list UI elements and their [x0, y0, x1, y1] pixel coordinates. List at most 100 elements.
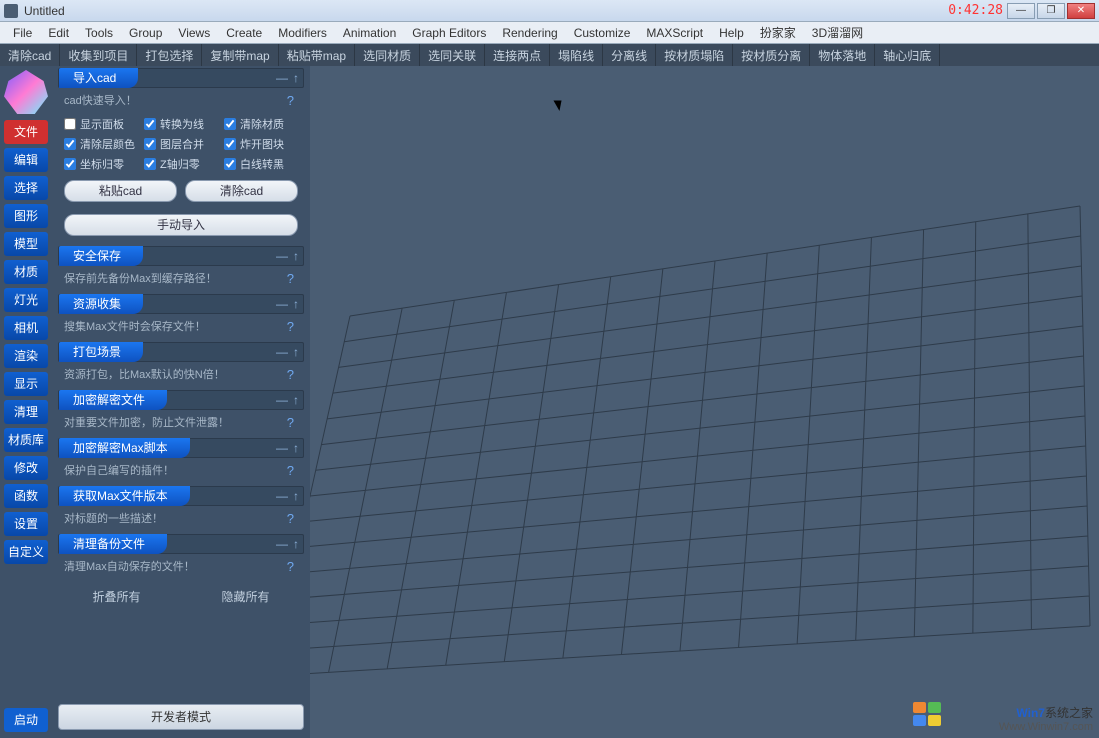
menu-item[interactable]: 扮家家: [753, 22, 803, 43]
menu-item[interactable]: Tools: [78, 24, 120, 42]
side-tab[interactable]: 材质: [4, 260, 48, 284]
section-header[interactable]: 清理备份文件—↑: [58, 534, 304, 554]
menu-item[interactable]: Graph Editors: [405, 24, 493, 42]
side-tab[interactable]: 灯光: [4, 288, 48, 312]
minimize-button[interactable]: —: [1007, 3, 1035, 19]
pin-icon[interactable]: ↑: [289, 441, 303, 455]
collapse-icon[interactable]: —: [275, 345, 289, 359]
maximize-button[interactable]: ❐: [1037, 3, 1065, 19]
toolbar-button[interactable]: 选同材质: [355, 44, 420, 66]
checkbox-option[interactable]: Z轴归零: [144, 156, 218, 172]
side-tab[interactable]: 材质库: [4, 428, 48, 452]
toolbar-button[interactable]: 复制带map: [202, 44, 278, 66]
section-header-import-cad[interactable]: 导入cad — ↑: [58, 68, 304, 88]
menu-item[interactable]: MAXScript: [639, 24, 710, 42]
checkbox-option[interactable]: 图层合并: [144, 136, 218, 152]
menu-item[interactable]: Edit: [41, 24, 76, 42]
side-tab[interactable]: 自定义: [4, 540, 48, 564]
menu-item[interactable]: Rendering: [495, 24, 564, 42]
side-tab[interactable]: 渲染: [4, 344, 48, 368]
side-tab[interactable]: 选择: [4, 176, 48, 200]
menu-item[interactable]: File: [6, 24, 39, 42]
collapse-icon[interactable]: —: [275, 441, 289, 455]
checkbox-option[interactable]: 坐标归零: [64, 156, 138, 172]
section-header[interactable]: 加密解密文件—↑: [58, 390, 304, 410]
pin-icon[interactable]: ↑: [289, 71, 303, 85]
collapse-icon[interactable]: —: [275, 393, 289, 407]
side-tab[interactable]: 模型: [4, 232, 48, 256]
checkbox[interactable]: [224, 158, 236, 170]
toolbar-button[interactable]: 收集到项目: [60, 44, 137, 66]
toolbar-button[interactable]: 打包选择: [137, 44, 202, 66]
toolbar-button[interactable]: 连接两点: [485, 44, 550, 66]
pin-icon[interactable]: ↑: [289, 345, 303, 359]
toolbar-button[interactable]: 塌陷线: [550, 44, 603, 66]
checkbox[interactable]: [144, 118, 156, 130]
checkbox[interactable]: [64, 138, 76, 150]
toolbar-button[interactable]: 分离线: [603, 44, 656, 66]
toolbar-button[interactable]: 清除cad: [0, 44, 60, 66]
checkbox[interactable]: [224, 118, 236, 130]
checkbox[interactable]: [64, 118, 76, 130]
side-tab[interactable]: 文件: [4, 120, 48, 144]
help-icon[interactable]: ?: [283, 367, 298, 382]
menu-item[interactable]: Animation: [336, 24, 403, 42]
checkbox[interactable]: [144, 138, 156, 150]
toolbar-button[interactable]: 轴心归底: [875, 44, 940, 66]
collapse-icon[interactable]: —: [275, 71, 289, 85]
boot-button[interactable]: 启动: [4, 708, 48, 732]
toolbar-button[interactable]: 按材质塌陷: [656, 44, 733, 66]
collapse-icon[interactable]: —: [275, 537, 289, 551]
side-tab[interactable]: 函数: [4, 484, 48, 508]
checkbox-option[interactable]: 清除材质: [224, 116, 298, 132]
side-tab[interactable]: 图形: [4, 204, 48, 228]
checkbox-option[interactable]: 白线转黑: [224, 156, 298, 172]
pin-icon[interactable]: ↑: [289, 249, 303, 263]
checkbox[interactable]: [144, 158, 156, 170]
collapse-icon[interactable]: —: [275, 249, 289, 263]
menu-item[interactable]: Views: [171, 24, 217, 42]
toolbar-button[interactable]: 物体落地: [810, 44, 875, 66]
side-tab[interactable]: 显示: [4, 372, 48, 396]
clear-cad-button[interactable]: 清除cad: [185, 180, 298, 202]
paste-cad-button[interactable]: 粘贴cad: [64, 180, 177, 202]
checkbox[interactable]: [64, 158, 76, 170]
developer-mode-button[interactable]: 开发者模式: [58, 704, 304, 730]
collapse-all-button[interactable]: 折叠所有: [52, 588, 181, 605]
help-icon[interactable]: ?: [283, 559, 298, 574]
checkbox-option[interactable]: 炸开图块: [224, 136, 298, 152]
section-header[interactable]: 资源收集—↑: [58, 294, 304, 314]
pin-icon[interactable]: ↑: [289, 297, 303, 311]
help-icon[interactable]: ?: [283, 415, 298, 430]
side-tab[interactable]: 相机: [4, 316, 48, 340]
help-icon[interactable]: ?: [283, 319, 298, 334]
help-icon[interactable]: ?: [283, 271, 298, 286]
menu-item[interactable]: Help: [712, 24, 751, 42]
collapse-icon[interactable]: —: [275, 489, 289, 503]
checkbox-option[interactable]: 转换为线: [144, 116, 218, 132]
toolbar-button[interactable]: 选同关联: [420, 44, 485, 66]
collapse-icon[interactable]: —: [275, 297, 289, 311]
viewport[interactable]: Win7系统之家 Www.Winwin7.com: [310, 66, 1099, 738]
section-header[interactable]: 安全保存—↑: [58, 246, 304, 266]
pin-icon[interactable]: ↑: [289, 489, 303, 503]
menu-item[interactable]: Create: [219, 24, 269, 42]
side-tab[interactable]: 编辑: [4, 148, 48, 172]
toolbar-button[interactable]: 粘贴带map: [279, 44, 355, 66]
section-header[interactable]: 获取Max文件版本—↑: [58, 486, 304, 506]
menu-item[interactable]: Group: [122, 24, 169, 42]
side-tab[interactable]: 清理: [4, 400, 48, 424]
help-icon[interactable]: ?: [283, 511, 298, 526]
section-header[interactable]: 加密解密Max脚本—↑: [58, 438, 304, 458]
help-icon[interactable]: ?: [283, 463, 298, 478]
toolbar-button[interactable]: 按材质分离: [733, 44, 810, 66]
checkbox[interactable]: [224, 138, 236, 150]
pin-icon[interactable]: ↑: [289, 537, 303, 551]
checkbox-option[interactable]: 清除层颜色: [64, 136, 138, 152]
pin-icon[interactable]: ↑: [289, 393, 303, 407]
side-tab[interactable]: 设置: [4, 512, 48, 536]
side-tab[interactable]: 修改: [4, 456, 48, 480]
menu-item[interactable]: Customize: [567, 24, 638, 42]
section-header[interactable]: 打包场景—↑: [58, 342, 304, 362]
close-button[interactable]: ✕: [1067, 3, 1095, 19]
